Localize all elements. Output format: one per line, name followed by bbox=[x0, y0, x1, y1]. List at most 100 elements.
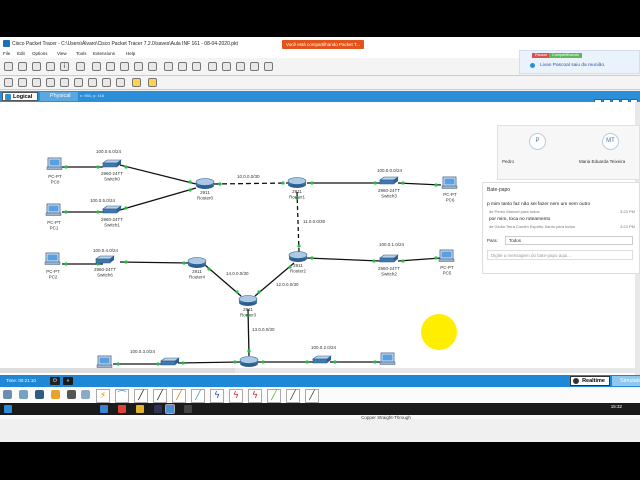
switch-sw4[interactable]: 2960-24TTSwitch4 bbox=[311, 355, 333, 368]
delete-icon[interactable] bbox=[32, 78, 41, 87]
menu-view[interactable]: View bbox=[57, 51, 67, 56]
phone-cable-icon[interactable]: ╱ bbox=[191, 389, 205, 403]
horizontal-scrollbar-track[interactable] bbox=[235, 368, 640, 373]
link-sw1-r0[interactable] bbox=[119, 187, 197, 211]
pc-pc3[interactable]: PC-PTPC3 bbox=[96, 355, 113, 368]
router-r1[interactable]: 2911Router1 bbox=[287, 177, 307, 200]
custom-device-icon[interactable] bbox=[222, 62, 231, 71]
iot-custom-cable-icon[interactable]: ╱ bbox=[286, 389, 300, 403]
start-icon[interactable] bbox=[4, 405, 12, 413]
chat-recipient-select[interactable]: Todos bbox=[505, 236, 633, 245]
router-r3[interactable]: 2911Router3 bbox=[238, 295, 258, 318]
app-icon-2[interactable] bbox=[184, 405, 192, 413]
components-icon[interactable] bbox=[35, 390, 44, 399]
coaxial-cable-icon[interactable]: ϟ bbox=[210, 389, 224, 403]
gallery-icon[interactable] bbox=[264, 62, 273, 71]
multiuser-icon[interactable] bbox=[81, 390, 90, 399]
zoom-reset-icon[interactable] bbox=[178, 62, 187, 71]
menu-tools[interactable]: Tools bbox=[76, 51, 87, 56]
edge-icon[interactable] bbox=[100, 405, 108, 413]
pc-pc0[interactable]: PC-PTPC0 bbox=[46, 157, 63, 185]
switch-sw0[interactable]: 2960-24TTSwitch0 bbox=[101, 159, 123, 182]
menu-extensions[interactable]: Extensions bbox=[93, 51, 115, 56]
draw-line-icon[interactable] bbox=[74, 78, 83, 87]
realtime-mode-button[interactable]: Realtime bbox=[570, 376, 610, 386]
menu-options[interactable]: Options bbox=[32, 51, 48, 56]
inspect-icon[interactable] bbox=[18, 78, 27, 87]
copy-icon[interactable] bbox=[106, 62, 115, 71]
simulation-mode-button[interactable]: Simulation bbox=[612, 376, 640, 386]
link-r2-sw2[interactable] bbox=[306, 257, 381, 262]
chat-message-input[interactable]: Digite a mensagem do bate-papo aqui... bbox=[487, 250, 633, 260]
zoom-out-icon[interactable] bbox=[192, 62, 201, 71]
paste-icon[interactable] bbox=[120, 62, 129, 71]
network-devices-icon[interactable] bbox=[3, 390, 12, 399]
tab-logical[interactable]: Logical bbox=[2, 92, 38, 101]
misc-icon[interactable] bbox=[67, 390, 76, 399]
menu-file[interactable]: File bbox=[3, 51, 10, 56]
switch-sw5[interactable]: 2960-24TTSwitch5 bbox=[159, 357, 181, 368]
switch-sw1[interactable]: 2960-24TTSwitch1 bbox=[101, 205, 123, 228]
select-icon[interactable] bbox=[4, 78, 13, 87]
image-icon[interactable] bbox=[250, 62, 259, 71]
console-cable-icon[interactable]: ⌒ bbox=[115, 389, 129, 403]
resize-icon[interactable] bbox=[46, 78, 55, 87]
add-complex-pdu-icon[interactable] bbox=[148, 78, 157, 87]
router-r5[interactable]: 2911Router5 bbox=[239, 356, 259, 369]
tab-physical[interactable]: Physical bbox=[40, 92, 78, 101]
participant-avatar[interactable]: MT bbox=[602, 133, 619, 150]
link-sw0-r0[interactable] bbox=[119, 164, 197, 185]
pc-pc6[interactable]: PC-PTPC6 bbox=[441, 176, 458, 203]
link-r1-r2[interactable] bbox=[296, 191, 300, 253]
octal-cable-icon[interactable]: ╱ bbox=[267, 389, 281, 403]
automatic-connection-icon[interactable]: ⚡ bbox=[96, 389, 110, 403]
app-icon[interactable] bbox=[154, 405, 162, 413]
connections-icon[interactable] bbox=[51, 390, 60, 399]
open-folder-icon[interactable] bbox=[18, 62, 27, 71]
chrome-icon[interactable] bbox=[118, 405, 126, 413]
print-icon[interactable] bbox=[46, 62, 55, 71]
router-r0[interactable]: 2911Router0 bbox=[195, 178, 215, 201]
dialog-icon[interactable] bbox=[236, 62, 245, 71]
end-devices-icon[interactable] bbox=[19, 390, 28, 399]
freeform-icon[interactable] bbox=[116, 78, 125, 87]
pc-pc1[interactable]: PC-PTPC1 bbox=[45, 203, 62, 231]
serial-dce-cable-icon[interactable]: ϟ bbox=[229, 389, 243, 403]
activity-wizard-icon[interactable] bbox=[92, 62, 101, 71]
zoom-in-icon[interactable] bbox=[164, 62, 173, 71]
share-banner[interactable]: Você está compartilhando Packet T... bbox=[282, 40, 364, 49]
pc-pc4[interactable]: PC-PTPC4 bbox=[379, 352, 396, 368]
pause-badge[interactable]: Pausar bbox=[532, 53, 551, 58]
link-r3-r2[interactable] bbox=[254, 262, 295, 297]
fast-forward-icon[interactable]: » bbox=[63, 377, 73, 385]
add-simple-pdu-icon[interactable] bbox=[132, 78, 141, 87]
info-icon[interactable]: i bbox=[60, 62, 69, 71]
pc-pc5[interactable]: PC-PTPC5 bbox=[438, 249, 455, 276]
sharing-badge[interactable]: Compartilhando bbox=[549, 53, 582, 58]
packet-tracer-taskbar-icon[interactable] bbox=[165, 404, 175, 414]
router-r4[interactable]: 2911Router4 bbox=[187, 257, 207, 280]
router-r2[interactable]: 2911Router2 bbox=[288, 251, 308, 274]
participant-avatar[interactable]: P bbox=[529, 133, 546, 150]
fiber-cable-icon[interactable]: ╱ bbox=[172, 389, 186, 403]
switch-sw2[interactable]: 2960-24TTSwitch2 bbox=[378, 254, 400, 277]
network-info-icon[interactable] bbox=[76, 62, 85, 71]
menu-help[interactable]: Help bbox=[126, 51, 135, 56]
draw-ellipse-icon[interactable] bbox=[102, 78, 111, 87]
usb-cable-icon[interactable]: ╱ bbox=[305, 389, 319, 403]
link-r0-r1[interactable] bbox=[213, 182, 289, 185]
link-sw5-r5[interactable] bbox=[177, 361, 241, 364]
palette-icon[interactable] bbox=[208, 62, 217, 71]
horizontal-scrollbar-thumb[interactable] bbox=[0, 368, 235, 373]
link-sw6-r4[interactable] bbox=[119, 261, 190, 264]
crossover-cable-icon[interactable]: ╱ bbox=[153, 389, 167, 403]
new-file-icon[interactable] bbox=[4, 62, 13, 71]
pc-pc2[interactable]: PC-PTPC2 bbox=[44, 252, 61, 280]
straight-through-cable-icon[interactable]: ╱ bbox=[134, 389, 148, 403]
undo-icon[interactable] bbox=[134, 62, 143, 71]
save-icon[interactable] bbox=[32, 62, 41, 71]
draw-rectangle-icon[interactable] bbox=[88, 78, 97, 87]
power-cycle-icon[interactable]: ⏻ bbox=[50, 377, 60, 385]
serial-dte-cable-icon[interactable]: ϟ bbox=[248, 389, 262, 403]
redo-icon[interactable] bbox=[148, 62, 157, 71]
